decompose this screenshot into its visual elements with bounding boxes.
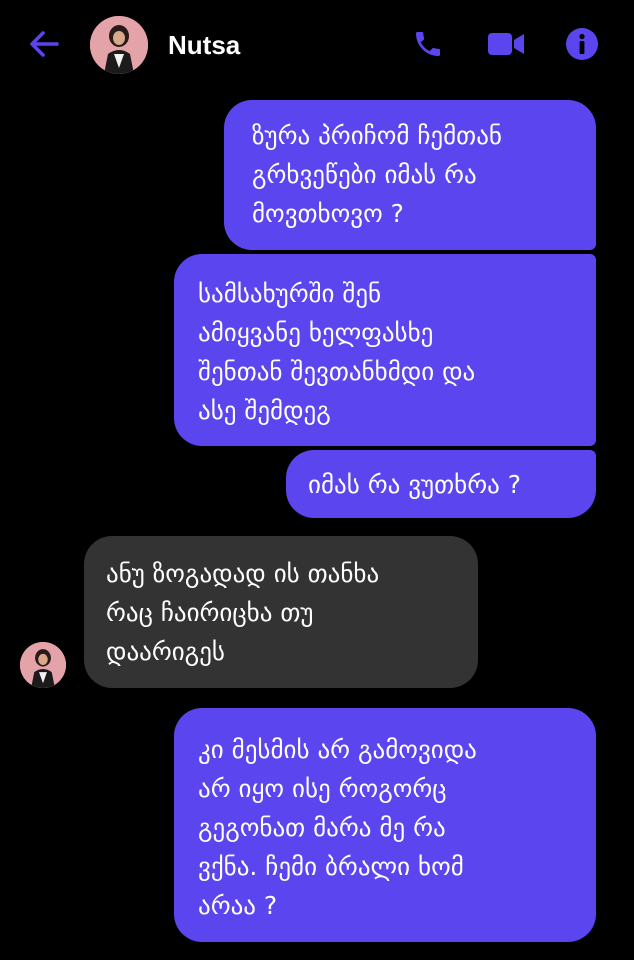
message-bubble-received[interactable]: ანუ ზოგადად ის თანხა რაც ჩაირიცხა თუ დაა… (84, 536, 478, 688)
avatar-image (90, 16, 148, 74)
contact-avatar[interactable] (90, 16, 148, 74)
back-arrow-icon (30, 31, 59, 57)
contact-name[interactable]: Nutsa (168, 28, 240, 62)
message-bubble-sent[interactable]: იმას რა ვუთხრა ? (286, 450, 596, 518)
message-bubble-sent[interactable]: ზურა პრიჩომ ჩემთან გრხვეწები იმას რა მოვ… (224, 100, 596, 250)
message-bubble-sent[interactable]: სამსახურში შენ ამიყვანე ხელფასხე შენთან … (174, 254, 596, 446)
video-camera-icon (488, 33, 524, 55)
info-icon (566, 28, 598, 60)
contact-avatar-small[interactable] (20, 642, 66, 688)
chat-header: Nutsa (0, 0, 634, 90)
phone-icon (416, 32, 440, 56)
message-bubble-sent[interactable]: კი მესმის არ გამოვიდა არ იყო ისე როგორც … (174, 708, 596, 942)
info-button[interactable] (560, 24, 604, 64)
back-button[interactable] (22, 24, 66, 64)
avatar-image (20, 642, 66, 688)
video-call-button[interactable] (484, 24, 528, 64)
call-button[interactable] (406, 24, 450, 64)
